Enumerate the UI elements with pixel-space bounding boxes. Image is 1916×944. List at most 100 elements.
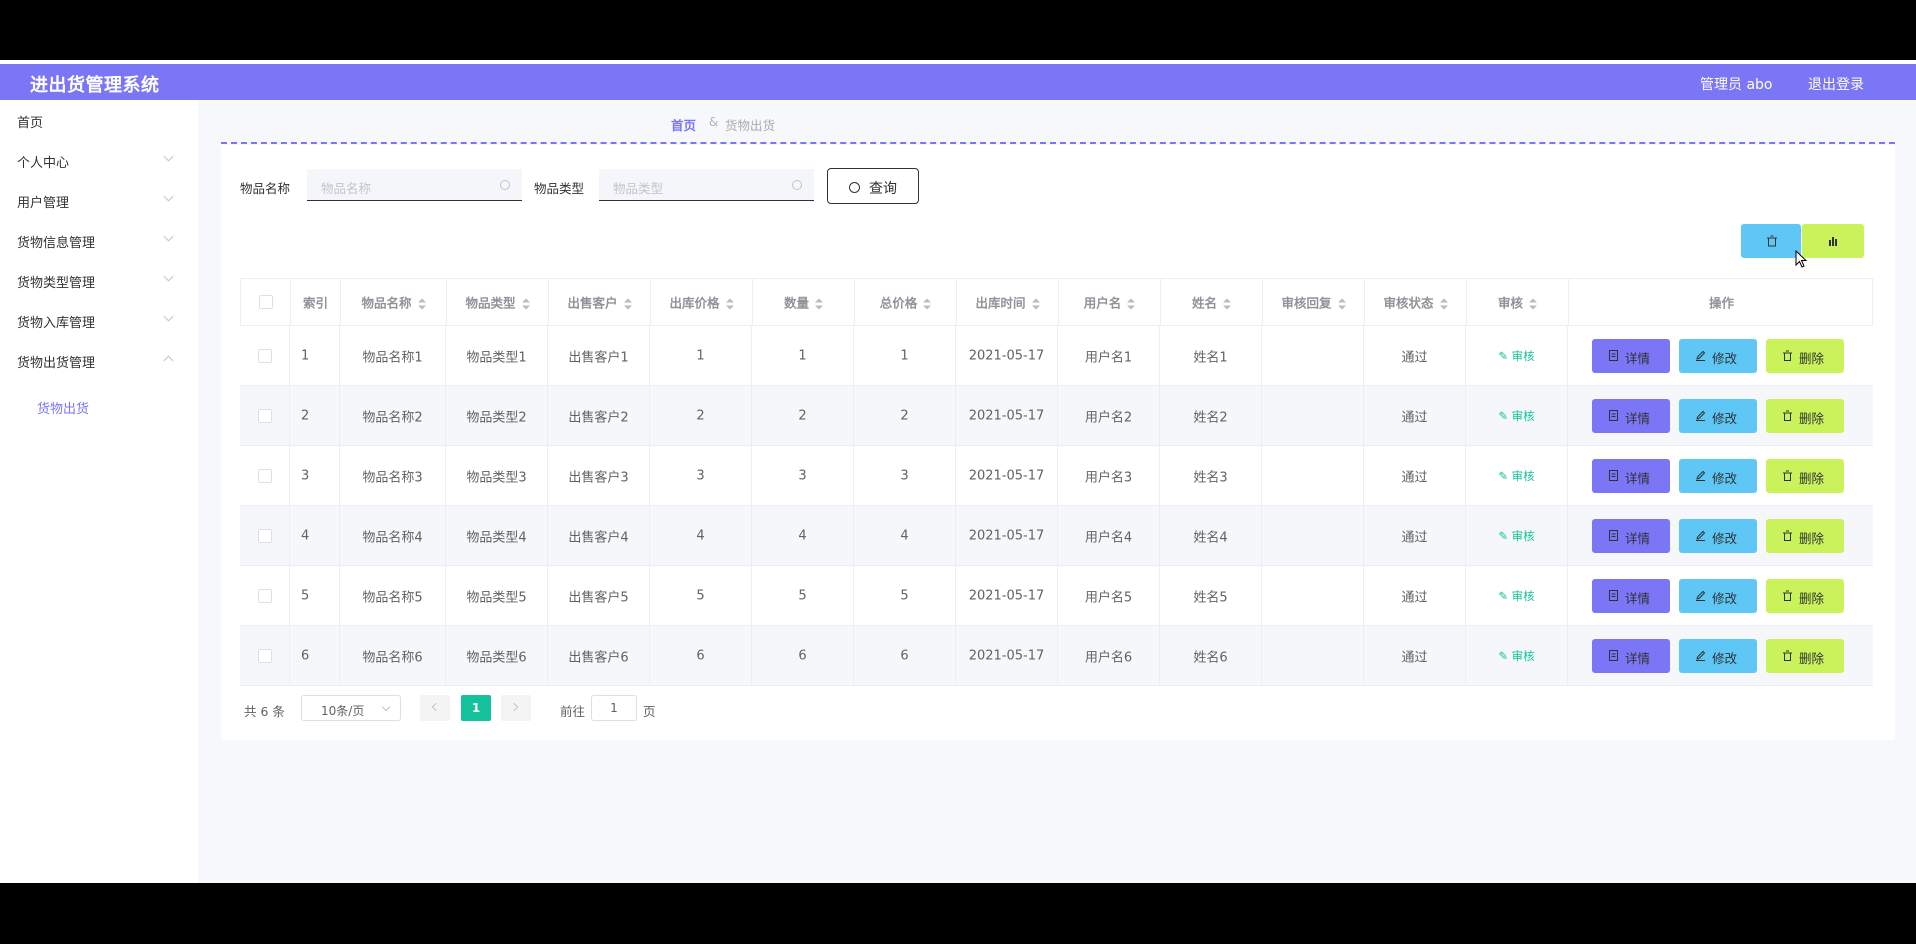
row-checkbox[interactable] (258, 468, 272, 483)
header-cell-time[interactable]: 出库时间 (957, 279, 1059, 325)
edit-button[interactable]: 修改 (1679, 579, 1757, 613)
delete-button[interactable]: 删除 (1766, 579, 1844, 613)
sort-icon[interactable] (1337, 298, 1346, 310)
edit-button[interactable]: 修改 (1679, 339, 1757, 373)
sort-icon[interactable] (815, 298, 823, 310)
sort-icon[interactable] (1223, 298, 1231, 310)
detail-button-label: 详情 (1625, 471, 1651, 486)
edit-button[interactable]: 修改 (1679, 639, 1757, 673)
sidebar-item-goods-type[interactable]: 货物类型管理 (0, 260, 198, 300)
detail-button[interactable]: 详情 (1592, 339, 1670, 373)
delete-button[interactable]: 删除 (1766, 639, 1844, 673)
sort-icon[interactable] (1529, 298, 1537, 310)
detail-button[interactable]: 详情 (1592, 399, 1670, 433)
sort-icon[interactable] (623, 298, 632, 310)
sort-icon[interactable] (521, 298, 530, 310)
detail-button[interactable]: 详情 (1592, 639, 1670, 673)
row-checkbox[interactable] (258, 648, 272, 663)
sort-icon[interactable] (417, 298, 426, 310)
delete-button[interactable]: 删除 (1766, 399, 1844, 433)
audit-link[interactable]: ✎ 审核 (1466, 348, 1567, 364)
header-cell-audit[interactable]: 审核 (1467, 279, 1569, 325)
sort-icon[interactable] (1439, 298, 1448, 310)
header-cell-customer[interactable]: 出售客户 (549, 279, 651, 325)
cell-qty-text: 6 (798, 648, 807, 663)
header-label-audit: 审核 (1497, 295, 1523, 311)
sidebar-item-goods-info[interactable]: 货物信息管理 (0, 220, 198, 260)
header-cell-qty[interactable]: 数量 (753, 279, 855, 325)
header-cell-type[interactable]: 物品类型 (447, 279, 549, 325)
breadcrumb-home[interactable]: 首页 (671, 115, 696, 134)
audit-link[interactable]: ✎ 审核 (1466, 648, 1567, 664)
cell-realname: 姓名6 (1160, 626, 1262, 685)
cell-total: 3 (854, 446, 956, 505)
delete-button[interactable]: 删除 (1766, 459, 1844, 493)
batch-delete-button[interactable] (1741, 224, 1801, 258)
cell-index-text: 2 (301, 408, 310, 423)
cell-price-text: 4 (696, 528, 705, 543)
page-size-select[interactable]: 10条/页 (301, 695, 401, 721)
header-cell-status[interactable]: 审核状态 (1365, 279, 1467, 325)
audit-link[interactable]: ✎ 审核 (1466, 468, 1567, 484)
cell-price: 6 (650, 626, 752, 685)
header-label-qty: 数量 (783, 295, 809, 311)
cell-price-text: 2 (696, 408, 705, 423)
header-cell-name[interactable]: 物品名称 (341, 279, 447, 325)
type-filter-input[interactable]: 物品类型 (599, 169, 814, 201)
row-checkbox[interactable] (258, 528, 272, 543)
sidebar-item-home[interactable]: 首页 (0, 100, 198, 140)
sort-icon[interactable] (1031, 298, 1040, 310)
row-checkbox[interactable] (258, 408, 272, 423)
cell-customer-text: 出售客户1 (568, 350, 629, 365)
type-filter-label: 物品类型 (534, 181, 585, 196)
audit-link[interactable]: ✎ 审核 (1466, 528, 1567, 544)
edit-button-label: 修改 (1712, 651, 1738, 666)
sort-icon[interactable] (725, 298, 734, 310)
edit-button[interactable]: 修改 (1679, 519, 1757, 553)
sort-icon[interactable] (923, 298, 932, 310)
sidebar-item-personal-center[interactable]: 个人中心 (0, 140, 198, 180)
sidebar-item-user-management[interactable]: 用户管理 (0, 180, 198, 220)
cell-username: 用户名3 (1058, 446, 1160, 505)
page-number-current[interactable]: 1 (461, 695, 491, 721)
header-cell-total[interactable]: 总价格 (855, 279, 957, 325)
delete-button[interactable]: 删除 (1766, 519, 1844, 553)
audit-link[interactable]: ✎ 审核 (1466, 588, 1567, 604)
goto-page-input[interactable]: 1 (591, 695, 637, 721)
header-cell-reply[interactable]: 审核回复 (1263, 279, 1365, 325)
sidebar-subitem-goods-outbound[interactable]: 货物出货 (0, 385, 198, 425)
header-cell-realname[interactable]: 姓名 (1161, 279, 1263, 325)
cell-status: 通过 (1364, 446, 1466, 505)
header-cell-price[interactable]: 出库价格 (651, 279, 753, 325)
statistics-chart-button[interactable] (1802, 224, 1864, 258)
detail-button[interactable]: 详情 (1592, 519, 1670, 553)
cell-qty: 3 (752, 446, 854, 505)
trash-icon (1783, 470, 1792, 481)
delete-button[interactable]: 删除 (1766, 339, 1844, 373)
header-select-cell (241, 279, 291, 325)
edit-button[interactable]: 修改 (1679, 399, 1757, 433)
cell-price-text: 1 (696, 348, 705, 363)
select-all-checkbox[interactable] (259, 295, 273, 309)
detail-button[interactable]: 详情 (1592, 459, 1670, 493)
cell-index-text: 4 (301, 528, 310, 543)
sidebar-item-goods-inbound[interactable]: 货物入库管理 (0, 300, 198, 340)
sort-icon[interactable] (1127, 298, 1136, 310)
row-select-cell (240, 326, 290, 385)
row-checkbox[interactable] (258, 588, 272, 603)
header-cell-username[interactable]: 用户名 (1059, 279, 1161, 325)
audit-link[interactable]: ✎ 审核 (1466, 408, 1567, 424)
delete-button-label: 删除 (1799, 411, 1825, 426)
query-button[interactable]: 查询 (827, 168, 919, 204)
sidebar-item-goods-outbound[interactable]: 货物出货管理 (0, 340, 198, 380)
next-page-button[interactable] (501, 695, 531, 721)
edit-button[interactable]: 修改 (1679, 459, 1757, 493)
row-checkbox[interactable] (258, 348, 272, 363)
detail-button[interactable]: 详情 (1592, 579, 1670, 613)
cell-name-text: 物品名称3 (362, 470, 423, 485)
cell-username-text: 用户名4 (1084, 530, 1133, 545)
pencil-icon: ✎ (1498, 648, 1512, 663)
name-filter-input[interactable]: 物品名称 (307, 169, 522, 201)
logout-link[interactable]: 退出登录 (1808, 74, 1864, 94)
prev-page-button[interactable] (420, 695, 450, 721)
